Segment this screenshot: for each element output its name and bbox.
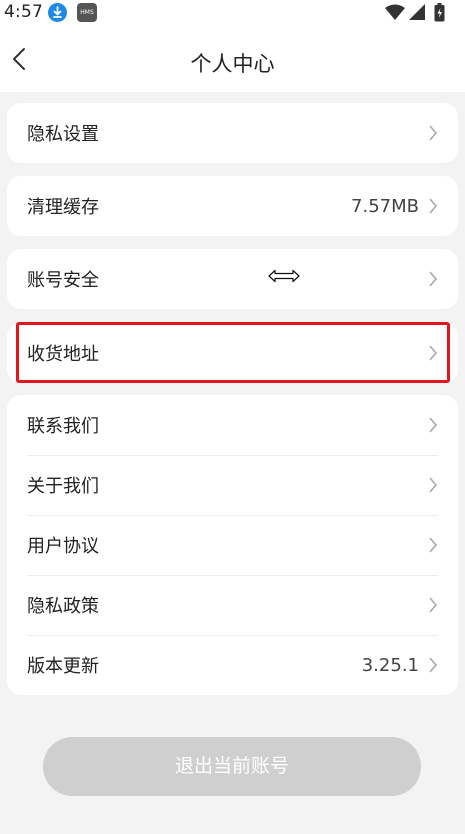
- wifi-icon: [385, 4, 405, 20]
- header: 个人中心: [0, 26, 465, 92]
- chevron-right-icon: [429, 657, 438, 673]
- privacy-settings-row[interactable]: 隐私设置: [7, 103, 458, 163]
- contact-us-label: 联系我们: [27, 416, 99, 437]
- download-icon: [48, 3, 67, 22]
- version-update-label: 版本更新: [27, 656, 99, 677]
- contact-us-row[interactable]: 联系我们: [7, 395, 458, 455]
- info-card: 联系我们 关于我们 用户协议 隐私政策 版本更新 3.25.1: [7, 395, 458, 695]
- resize-cursor-icon: [268, 269, 300, 283]
- clear-cache-label: 清理缓存: [27, 197, 99, 218]
- chevron-right-icon: [429, 125, 438, 141]
- version-update-row[interactable]: 版本更新 3.25.1: [7, 635, 458, 695]
- privacy-settings-label: 隐私设置: [27, 124, 99, 145]
- selection-highlight: [16, 322, 450, 383]
- page-title: 个人中心: [190, 52, 275, 76]
- system-icons: [385, 3, 455, 23]
- about-us-label: 关于我们: [27, 476, 99, 497]
- privacy-settings-card: 隐私设置: [7, 103, 458, 163]
- status-bar: 4:57 HMS: [0, 0, 465, 26]
- chevron-right-icon: [429, 477, 438, 493]
- user-agreement-row[interactable]: 用户协议: [7, 515, 458, 575]
- signal-icon: [409, 4, 425, 20]
- account-security-row[interactable]: 账号安全: [7, 249, 458, 309]
- user-agreement-label: 用户协议: [27, 536, 99, 557]
- chevron-right-icon: [429, 417, 438, 433]
- account-security-label: 账号安全: [27, 270, 99, 291]
- chevron-right-icon: [429, 198, 438, 214]
- battery-icon: [434, 3, 445, 22]
- version-number-value: 3.25.1: [361, 654, 419, 676]
- clear-cache-row[interactable]: 清理缓存 7.57MB: [7, 176, 458, 236]
- status-time: 4:57: [4, 2, 43, 22]
- about-us-row[interactable]: 关于我们: [7, 455, 458, 515]
- cache-size-value: 7.57MB: [351, 195, 419, 217]
- privacy-policy-label: 隐私政策: [27, 596, 99, 617]
- chevron-right-icon: [429, 271, 438, 287]
- hms-icon: HMS: [77, 3, 97, 22]
- account-security-card: 账号安全: [7, 249, 458, 309]
- clear-cache-card: 清理缓存 7.57MB: [7, 176, 458, 236]
- chevron-right-icon: [429, 597, 438, 613]
- chevron-right-icon: [429, 537, 438, 553]
- privacy-policy-row[interactable]: 隐私政策: [7, 575, 458, 635]
- logout-button[interactable]: 退出当前账号: [43, 737, 421, 796]
